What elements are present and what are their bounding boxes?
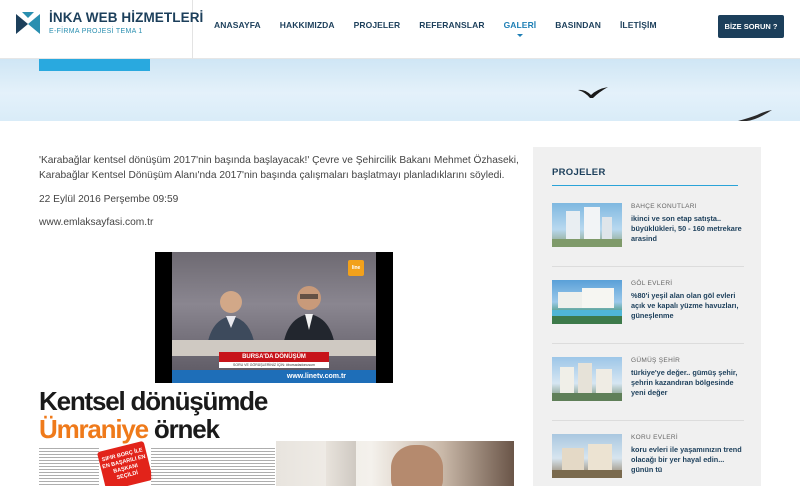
project-item[interactable]: GÜMÜŞ ŞEHİR türkiye'ye değer.. gümüş şeh…: [552, 357, 744, 417]
photo-background-flag: [326, 441, 356, 486]
nav-item-anasayfa[interactable]: ANASAYFA: [214, 20, 261, 34]
logo[interactable]: İNKA WEB HİZMETLERİ E-FİRMA PROJESİ TEMA…: [0, 0, 203, 59]
clipping-column-text: [151, 448, 275, 486]
project-item[interactable]: GÖL EVLERİ %80'i yeşil alan olan göl evl…: [552, 280, 744, 340]
video-scene: line BURSA'DA DÖNÜŞÜM SORU VE GÖRÜŞLERİN…: [172, 252, 376, 383]
video-lower-third: BURSA'DA DÖNÜŞÜM: [219, 352, 329, 362]
project-item[interactable]: KORU EVLERİ koru evleri ile yaşamınızın …: [552, 434, 744, 486]
logo-subtitle: E-FİRMA PROJESİ TEMA 1: [49, 28, 143, 35]
clipping-headline-line2: Ümraniye örnek: [39, 414, 220, 445]
ask-us-button[interactable]: BİZE SORUN ?: [718, 15, 784, 38]
building-icon: [552, 363, 622, 401]
project-divider: [552, 420, 744, 421]
chevron-down-icon: [516, 34, 523, 37]
logo-icon: [16, 12, 40, 34]
project-thumbnail[interactable]: [552, 203, 622, 247]
nav-item-hakkimizda[interactable]: HAKKIMIZDA: [280, 20, 335, 34]
projects-sidebar: PROJELER BAHÇE KONUTLARI ikinci ve son e…: [533, 147, 761, 486]
project-description[interactable]: ikinci ve son etap satışta.. büyüklükler…: [631, 214, 747, 244]
project-category: BAHÇE KONUTLARI: [631, 203, 697, 210]
building-icon: [552, 444, 622, 478]
clipping-badge: SIFIR BORÇ İLE EN BAŞARILI EN BAŞKANI SE…: [96, 440, 154, 486]
site-header: İNKA WEB HİZMETLERİ E-FİRMA PROJESİ TEMA…: [0, 0, 800, 59]
article-source: www.emlaksayfasi.com.tr: [39, 217, 154, 228]
article-content: 'Karabağlar kentsel dönüşüm 2017'nin baş…: [39, 153, 519, 228]
clipping-highlight-word: Ümraniye: [39, 414, 149, 444]
sidebar-title: PROJELER: [552, 167, 606, 178]
project-item[interactable]: BAHÇE KONUTLARI ikinci ve son etap satış…: [552, 203, 744, 263]
clipping-rest-word: örnek: [147, 414, 220, 444]
project-thumbnail[interactable]: [552, 357, 622, 401]
project-description[interactable]: türkiye'ye değer.. gümüş şehir, şehrin k…: [631, 368, 747, 398]
nav-item-referanslar[interactable]: REFERANSLAR: [419, 20, 484, 34]
building-icon: [552, 207, 622, 247]
bird-icon: [578, 87, 608, 98]
hero-banner: [0, 59, 800, 121]
project-divider: [552, 266, 744, 267]
news-video-image[interactable]: line BURSA'DA DÖNÜŞÜM SORU VE GÖRÜŞLERİN…: [155, 252, 393, 383]
logo-title: İNKA WEB HİZMETLERİ: [49, 10, 204, 25]
nav-item-basindan[interactable]: BASINDAN: [555, 20, 601, 34]
project-category: KORU EVLERİ: [631, 434, 679, 441]
nav-item-projeler[interactable]: PROJELER: [354, 20, 401, 34]
photo-person: [391, 445, 443, 486]
project-thumbnail[interactable]: [552, 434, 622, 478]
clipping-column-text: [39, 448, 99, 486]
project-category: GÖL EVLERİ: [631, 280, 673, 287]
sidebar-title-underline: [552, 185, 738, 186]
bird-icon: [738, 110, 772, 121]
page: İNKA WEB HİZMETLERİ E-FİRMA PROJESİ TEMA…: [0, 0, 800, 486]
banner-button[interactable]: [39, 59, 150, 71]
project-description[interactable]: koru evleri ile yaşamınızın trend olacağ…: [631, 445, 747, 475]
project-divider: [552, 343, 744, 344]
nav-item-iletisim[interactable]: İLETİŞİM: [620, 20, 657, 34]
nav-item-galeri-label: GALERİ: [503, 20, 537, 30]
project-description[interactable]: %80'i yeşil alan olan göl evleri açık ve…: [631, 291, 747, 321]
news-photo[interactable]: [276, 441, 514, 486]
video-ticker: www.linetv.com.tr: [172, 370, 376, 383]
channel-logo: line: [348, 260, 364, 276]
project-category: GÜMÜŞ ŞEHİR: [631, 357, 681, 364]
article-paragraph: 'Karabağlar kentsel dönüşüm 2017'nin baş…: [39, 155, 519, 181]
nav-item-galeri[interactable]: GALERİ: [503, 20, 537, 37]
clipping-headline-line1: Kentsel dönüşümde: [39, 386, 268, 416]
main-nav: ANASAYFA HAKKIMIZDA PROJELER REFERANSLAR…: [214, 20, 676, 37]
video-lower-subtitle: SORU VE GÖRÜŞLERİNİZ İÇİN: #bursadadonus…: [219, 362, 329, 368]
project-thumbnail[interactable]: [552, 280, 622, 324]
article-date: 22 Eylül 2016 Perşembe 09:59: [39, 194, 179, 205]
building-icon: [552, 288, 622, 324]
newspaper-clipping[interactable]: Kentsel dönüşümde Ümraniye örnek SIFIR B…: [39, 384, 275, 486]
